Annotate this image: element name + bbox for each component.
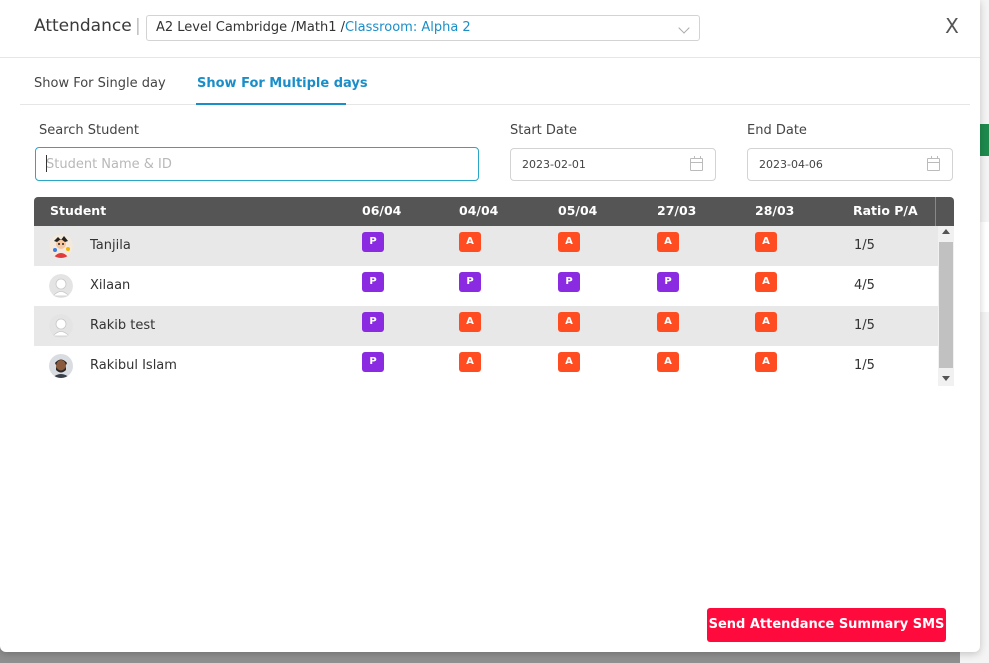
attendance-table: Student 06/04 04/04 05/04 27/03 28/03 Ra… [34,197,954,386]
attendance-badge: A [755,352,777,372]
calendar-icon[interactable] [690,156,703,171]
table-row[interactable]: Rakibul Islam P A A A A 1/5 [34,346,938,386]
attendance-badge: A [755,312,777,332]
attendance-badge: P [459,272,481,292]
close-button[interactable]: X [942,14,962,38]
table-row[interactable]: Xilaan P P P P A 4/5 [34,266,938,306]
avatar [49,354,73,378]
attendance-badge: A [755,272,777,292]
attendance-badge: P [362,312,384,332]
attendance-badge: A [558,232,580,252]
modal-header: Attendance | A2 Level Cambridge /Math1 /… [0,0,980,58]
attendance-badge: P [558,272,580,292]
table-body: Tanjila P A A A A 1/5 Xilaan P P P P A 4… [34,226,954,386]
attendance-ratio: 1/5 [854,358,875,373]
table-header: Student 06/04 04/04 05/04 27/03 28/03 Ra… [34,197,954,226]
avatar [49,274,73,298]
attendance-badge: P [362,352,384,372]
student-name: Xilaan [90,278,131,293]
attendance-badge: A [558,312,580,332]
start-date-input[interactable]: 2023-02-01 [510,148,716,181]
scroll-down-arrow-icon[interactable] [942,376,950,381]
attendance-badge: A [657,312,679,332]
active-tab-indicator [196,103,346,105]
view-tabs: Show For Single day Show For Multiple da… [20,58,970,105]
column-header-date: 27/03 [657,203,697,218]
end-date-label: End Date [747,123,807,138]
avatar [49,234,73,258]
attendance-badge: A [657,352,679,372]
text-caret [46,155,47,172]
attendance-badge: P [657,272,679,292]
search-student-label: Search Student [39,123,139,138]
attendance-badge: P [362,272,384,292]
attendance-badge: A [657,232,679,252]
attendance-ratio: 1/5 [854,238,875,253]
title-separator: | [135,16,141,36]
chevron-down-icon [678,22,690,34]
student-name: Rakib test [90,318,156,333]
attendance-badge: A [459,352,481,372]
attendance-ratio: 4/5 [854,278,875,293]
attendance-badge: A [558,352,580,372]
end-date-value: 2023-04-06 [759,158,823,171]
student-name: Rakibul Islam [90,358,177,373]
breadcrumb-classroom: Classroom: Alpha 2 [344,20,471,35]
class-breadcrumb-select[interactable]: A2 Level Cambridge /Math1 /Classroom: Al… [146,15,700,41]
column-header-date: 28/03 [755,203,795,218]
attendance-ratio: 1/5 [854,318,875,333]
column-header-ratio: Ratio P/A [853,203,918,218]
attendance-badge: A [459,232,481,252]
table-row[interactable]: Tanjila P A A A A 1/5 [34,226,938,266]
attendance-badge: A [755,232,777,252]
column-header-date: 05/04 [558,203,598,218]
attendance-modal: Attendance | A2 Level Cambridge /Math1 /… [0,0,980,652]
start-date-value: 2023-02-01 [522,158,586,171]
breadcrumb-path: A2 Level Cambridge /Math1 / [156,20,345,35]
start-date-label: Start Date [510,123,577,138]
end-date-input[interactable]: 2023-04-06 [747,148,953,181]
tab-single-day[interactable]: Show For Single day [34,76,166,91]
column-header-student: Student [50,203,107,218]
calendar-icon[interactable] [927,156,940,171]
column-header-date: 04/04 [459,203,499,218]
avatar [49,314,73,338]
scroll-thumb[interactable] [939,242,953,368]
column-header-date: 06/04 [362,203,402,218]
table-row[interactable]: Rakib test P A A A A 1/5 [34,306,938,346]
tab-multiple-days[interactable]: Show For Multiple days [197,76,368,91]
scroll-up-arrow-icon[interactable] [942,229,950,234]
student-name: Tanjila [90,238,131,253]
modal-title: Attendance [34,16,132,36]
header-divider [935,197,936,226]
send-sms-summary-button[interactable]: Send Attendance Summary SMS [707,608,946,642]
attendance-badge: P [362,232,384,252]
attendance-badge: A [459,312,481,332]
table-scrollbar[interactable] [938,226,954,386]
search-student-input[interactable] [35,147,479,181]
